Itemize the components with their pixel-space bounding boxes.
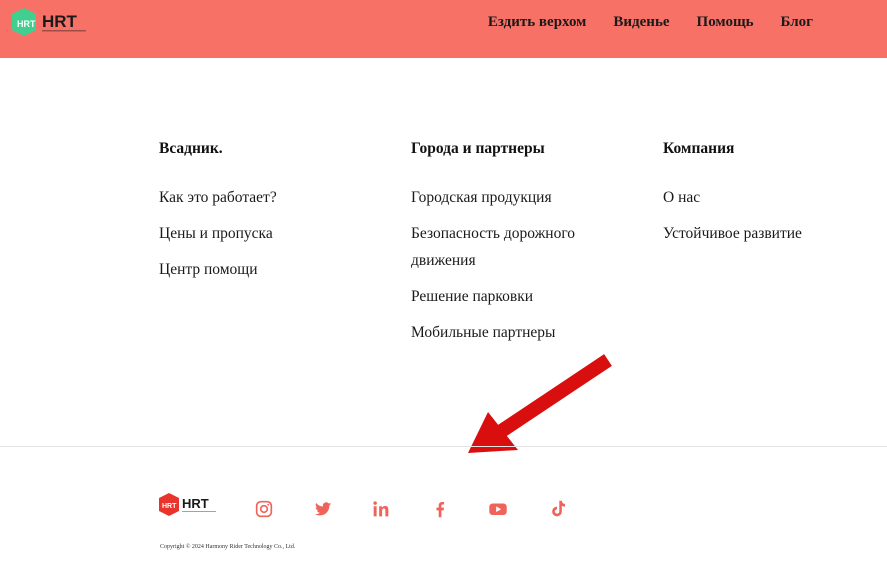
- footer-column-riders: Всадник. Как это работает? Цены и пропус…: [159, 140, 277, 292]
- footer-brand-logo[interactable]: HRT HRT: [158, 492, 220, 518]
- instagram-icon[interactable]: [253, 498, 275, 520]
- footer-link-pricing[interactable]: Цены и пропуска: [159, 220, 277, 247]
- tiktok-icon[interactable]: [546, 498, 568, 520]
- footer-divider: [0, 446, 887, 447]
- column-title: Города и партнеры: [411, 140, 545, 157]
- top-navbar: HRT HRT Ездить верхом Виденье Помощь Бло…: [0, 0, 887, 58]
- footer-link-road-safety[interactable]: Безопасность дорожного движения: [411, 220, 601, 274]
- svg-text:HRT: HRT: [17, 19, 36, 29]
- main-nav: Ездить верхом Виденье Помощь Блог: [488, 14, 813, 31]
- column-title: Всадник.: [159, 140, 223, 157]
- facebook-icon[interactable]: [429, 498, 451, 520]
- footer-link-city-products[interactable]: Городская продукция: [411, 184, 601, 211]
- svg-text:HRT: HRT: [182, 496, 209, 511]
- nav-ride[interactable]: Ездить верхом: [488, 14, 587, 31]
- svg-text:HRT: HRT: [162, 503, 177, 510]
- footer-link-about[interactable]: О нас: [663, 184, 802, 211]
- footer-link-help-center[interactable]: Центр помощи: [159, 256, 277, 283]
- nav-blog[interactable]: Блог: [781, 14, 813, 31]
- twitter-icon[interactable]: [312, 498, 334, 520]
- footer-link-sustainability[interactable]: Устойчивое развитие: [663, 220, 802, 247]
- linkedin-icon[interactable]: [370, 498, 392, 520]
- nav-help[interactable]: Помощь: [697, 14, 754, 31]
- social-links: [253, 498, 604, 520]
- footer-link-mobility-partners[interactable]: Мобильные партнеры: [411, 319, 601, 346]
- nav-vision[interactable]: Виденье: [613, 14, 669, 31]
- youtube-icon[interactable]: [487, 498, 509, 520]
- footer-column-company: Компания О нас Устойчивое развитие: [663, 140, 802, 256]
- copyright-text: Copyright © 2024 Harmony Rider Technolog…: [160, 544, 296, 550]
- footer-column-cities: Города и партнеры Городская продукция Бе…: [411, 140, 601, 355]
- column-title: Компания: [663, 140, 735, 157]
- footer-link-how-it-works[interactable]: Как это работает?: [159, 184, 277, 211]
- brand-logo[interactable]: HRT HRT: [10, 6, 90, 40]
- annotation-arrow: [468, 354, 612, 453]
- svg-text:HRT: HRT: [42, 12, 78, 31]
- footer-link-parking[interactable]: Решение парковки: [411, 283, 601, 310]
